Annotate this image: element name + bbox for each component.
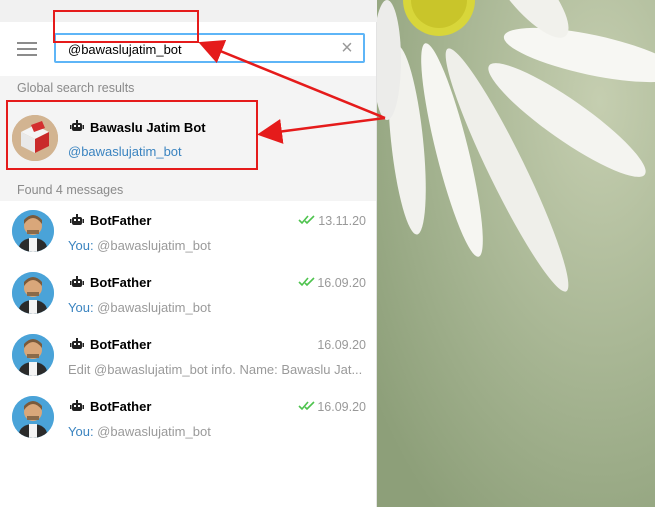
message-text: @bawaslujatim_bot bbox=[97, 300, 211, 315]
message-title: BotFather bbox=[90, 337, 152, 352]
message-text: @bawaslujatim_bot bbox=[97, 238, 211, 253]
message-preview: You: @bawaslujatim_bot bbox=[68, 238, 368, 253]
close-icon[interactable]: × bbox=[337, 38, 357, 58]
message-row[interactable]: BotFather 16.09.20 You: @bawaslujatim_bot bbox=[0, 387, 376, 449]
message-date: 16.09.20 bbox=[317, 400, 366, 414]
message-sender-prefix: You: bbox=[68, 424, 98, 439]
bot-icon bbox=[70, 276, 84, 287]
double-check-icon bbox=[298, 277, 315, 287]
highlight-global-result bbox=[6, 100, 258, 170]
daisy-wallpaper bbox=[377, 0, 655, 507]
botfather-avatar bbox=[12, 272, 54, 314]
message-preview: You: @bawaslujatim_bot bbox=[68, 300, 368, 315]
message-title: BotFather bbox=[90, 213, 152, 228]
double-check-icon bbox=[298, 401, 315, 411]
bot-icon bbox=[70, 400, 84, 411]
message-row[interactable]: BotFather 13.11.20 You: @bawaslujatim_bot bbox=[0, 201, 376, 263]
message-preview: You: @bawaslujatim_bot bbox=[68, 424, 368, 439]
double-check-icon bbox=[298, 215, 315, 225]
message-text: Edit @bawaslujatim_bot info. Name: Bawas… bbox=[68, 362, 363, 377]
message-date: 16.09.20 bbox=[317, 276, 366, 290]
message-text: @bawaslujatim_bot bbox=[97, 424, 211, 439]
message-title: BotFather bbox=[90, 399, 152, 414]
botfather-avatar bbox=[12, 210, 54, 252]
botfather-avatar bbox=[12, 396, 54, 438]
message-preview: Edit @bawaslujatim_bot info. Name: Bawas… bbox=[68, 362, 368, 377]
message-row[interactable]: BotFather 16.09.20 Edit @bawaslujatim_bot … bbox=[0, 325, 376, 387]
bot-icon bbox=[70, 214, 84, 225]
message-sender-prefix: You: bbox=[68, 300, 98, 315]
chat-background bbox=[377, 0, 655, 507]
highlight-search bbox=[53, 10, 199, 43]
message-title: BotFather bbox=[90, 275, 152, 290]
botfather-avatar bbox=[12, 334, 54, 376]
message-date: 16.09.20 bbox=[317, 338, 366, 352]
bot-icon bbox=[70, 338, 84, 349]
message-sender-prefix: You: bbox=[68, 238, 98, 253]
messages-header: Found 4 messages bbox=[0, 178, 376, 201]
menu-icon[interactable] bbox=[17, 42, 37, 56]
global-results-header: Global search results bbox=[0, 76, 376, 100]
chat-list-panel: × Global search results Bawaslu Jatim Bo… bbox=[0, 22, 377, 507]
message-date: 13.11.20 bbox=[318, 214, 366, 228]
search-input[interactable] bbox=[68, 41, 328, 57]
message-row[interactable]: BotFather 16.09.20 You: @bawaslujatim_bot bbox=[0, 263, 376, 325]
